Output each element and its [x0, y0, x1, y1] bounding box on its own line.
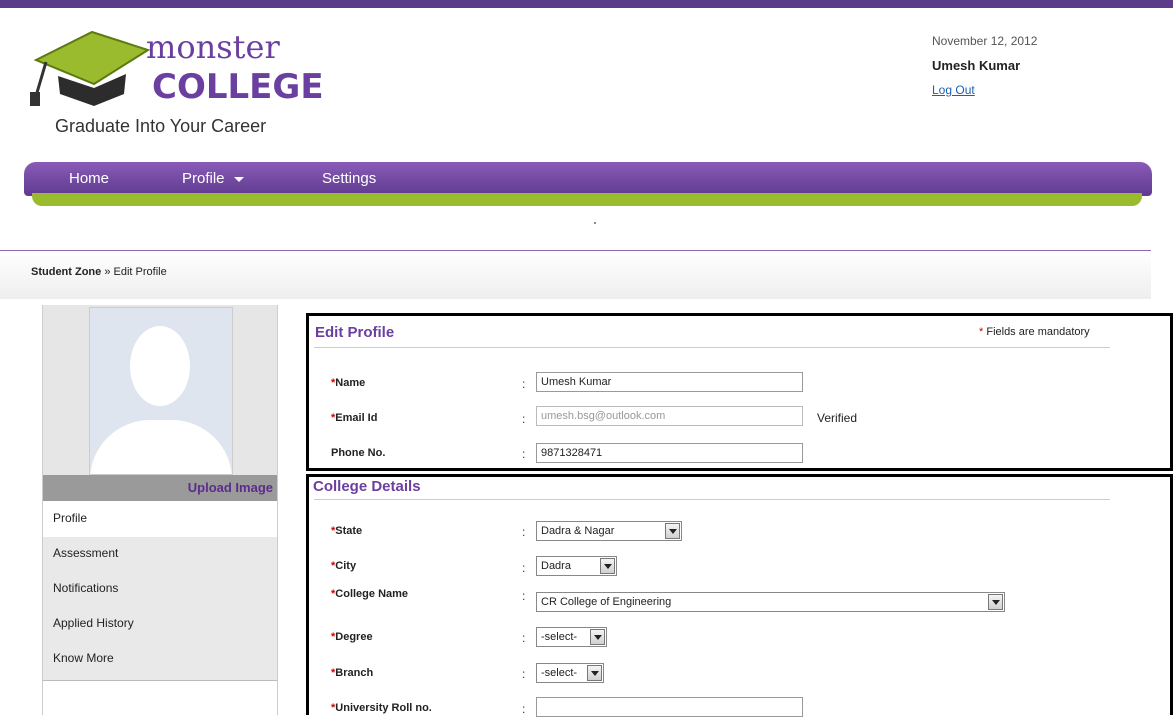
- avatar-area: [43, 305, 277, 475]
- logout-link[interactable]: Log Out: [932, 83, 1037, 97]
- edit-profile-title: Edit Profile: [315, 324, 395, 341]
- colon: :: [522, 412, 526, 426]
- top-accent-bar: [0, 0, 1173, 8]
- college-name-label: *College Name: [331, 588, 408, 600]
- caret-down-icon: [233, 176, 244, 182]
- city-select[interactable]: Dadra: [536, 556, 617, 576]
- separator-dot: [594, 222, 596, 224]
- sidebar-item-profile[interactable]: Profile: [43, 502, 277, 537]
- branch-select-value: -select-: [541, 667, 578, 679]
- email-verified-status: Verified: [817, 411, 858, 425]
- city-label-text: City: [335, 560, 357, 572]
- nav-home[interactable]: Home: [69, 170, 109, 187]
- college-name-select[interactable]: CR College of Engineering: [536, 592, 1005, 612]
- dropdown-arrow-icon: [665, 523, 680, 539]
- breadcrumb-separator: »: [101, 266, 114, 278]
- branch-label: *Branch: [331, 667, 373, 679]
- phone-label: Phone No.: [331, 447, 386, 459]
- degree-label-text: Degree: [335, 631, 373, 643]
- breadcrumb-current: Edit Profile: [113, 266, 167, 278]
- sidebar: Upload Image Profile Assessment Notifica…: [42, 305, 278, 715]
- logo-tagline: Graduate Into Your Career: [55, 116, 267, 136]
- state-label-text: State: [335, 525, 363, 537]
- state-select[interactable]: Dadra & Nagar: [536, 521, 682, 541]
- upload-image-button[interactable]: Upload Image: [188, 480, 273, 495]
- monster-college-logo[interactable]: monster COLLEGE Graduate Into Your Caree…: [28, 18, 348, 138]
- name-field[interactable]: [536, 372, 803, 392]
- branch-select[interactable]: -select-: [536, 663, 604, 683]
- nav-profile-label: Profile: [182, 170, 225, 187]
- colon: :: [522, 447, 526, 461]
- colon: :: [522, 631, 526, 645]
- degree-select[interactable]: -select-: [536, 627, 607, 647]
- current-date: November 12, 2012: [932, 34, 1038, 48]
- mandatory-note: * Fields are mandatory: [979, 326, 1090, 338]
- nav-profile[interactable]: Profile: [182, 170, 244, 187]
- branch-label-text: Branch: [335, 667, 374, 679]
- mandatory-note-text: Fields are mandatory: [986, 326, 1090, 338]
- university-roll-field[interactable]: [536, 697, 803, 717]
- degree-select-value: -select-: [541, 631, 578, 643]
- upload-band: Upload Image: [43, 475, 277, 501]
- state-select-value: Dadra & Nagar: [541, 525, 615, 537]
- colon: :: [522, 589, 526, 603]
- breadcrumb-root[interactable]: Student Zone: [31, 266, 101, 278]
- roll-label-text: University Roll no.: [335, 702, 432, 714]
- logo-word-college: COLLEGE: [152, 67, 324, 107]
- email-label-text: Email Id: [335, 412, 378, 424]
- phone-field[interactable]: [536, 443, 803, 463]
- email-field: [536, 406, 803, 426]
- colon: :: [522, 667, 526, 681]
- user-name: Umesh Kumar: [932, 58, 1021, 73]
- logo-word-monster: monster: [146, 28, 280, 66]
- state-label: *State: [331, 525, 362, 537]
- avatar-placeholder: [89, 307, 233, 475]
- edit-profile-divider: [314, 347, 1110, 348]
- colon: :: [522, 377, 526, 391]
- breadcrumb-band: [0, 251, 1151, 299]
- dropdown-arrow-icon: [590, 629, 605, 645]
- avatar-head: [130, 326, 190, 406]
- email-label: *Email Id: [331, 412, 377, 424]
- college-name-label-text: College Name: [335, 588, 409, 600]
- user-info: November 12, 2012 Umesh Kumar Log Out: [932, 34, 1037, 97]
- name-label-text: Name: [335, 377, 366, 389]
- colon: :: [522, 702, 526, 716]
- dropdown-arrow-icon: [988, 594, 1003, 610]
- main-nav: Home Profile Settings: [24, 162, 1152, 196]
- city-select-value: Dadra: [541, 560, 571, 572]
- sidebar-menu: Profile Assessment Notifications Applied…: [43, 502, 277, 681]
- college-details-divider: [314, 499, 1110, 500]
- degree-label: *Degree: [331, 631, 373, 643]
- breadcrumb: Student Zone » Edit Profile: [31, 266, 167, 278]
- college-name-select-value: CR College of Engineering: [541, 596, 672, 608]
- sidebar-item-assessment[interactable]: Assessment: [43, 537, 277, 572]
- name-label: *Name: [331, 377, 365, 389]
- sidebar-item-applied-history[interactable]: Applied History: [43, 607, 277, 642]
- roll-label: *University Roll no.: [331, 702, 432, 714]
- dropdown-arrow-icon: [587, 665, 602, 681]
- sidebar-item-notifications[interactable]: Notifications: [43, 572, 277, 607]
- dropdown-arrow-icon: [600, 558, 615, 574]
- college-details-title: College Details: [313, 478, 421, 495]
- avatar-body: [90, 420, 232, 474]
- colon: :: [522, 525, 526, 539]
- city-label: *City: [331, 560, 356, 572]
- nav-settings[interactable]: Settings: [322, 170, 376, 187]
- nav-green-strip: [32, 193, 1142, 206]
- required-star-icon: *: [979, 326, 984, 338]
- sidebar-item-know-more[interactable]: Know More: [43, 642, 277, 677]
- colon: :: [522, 561, 526, 575]
- graduation-cap-icon: monster COLLEGE: [30, 28, 324, 107]
